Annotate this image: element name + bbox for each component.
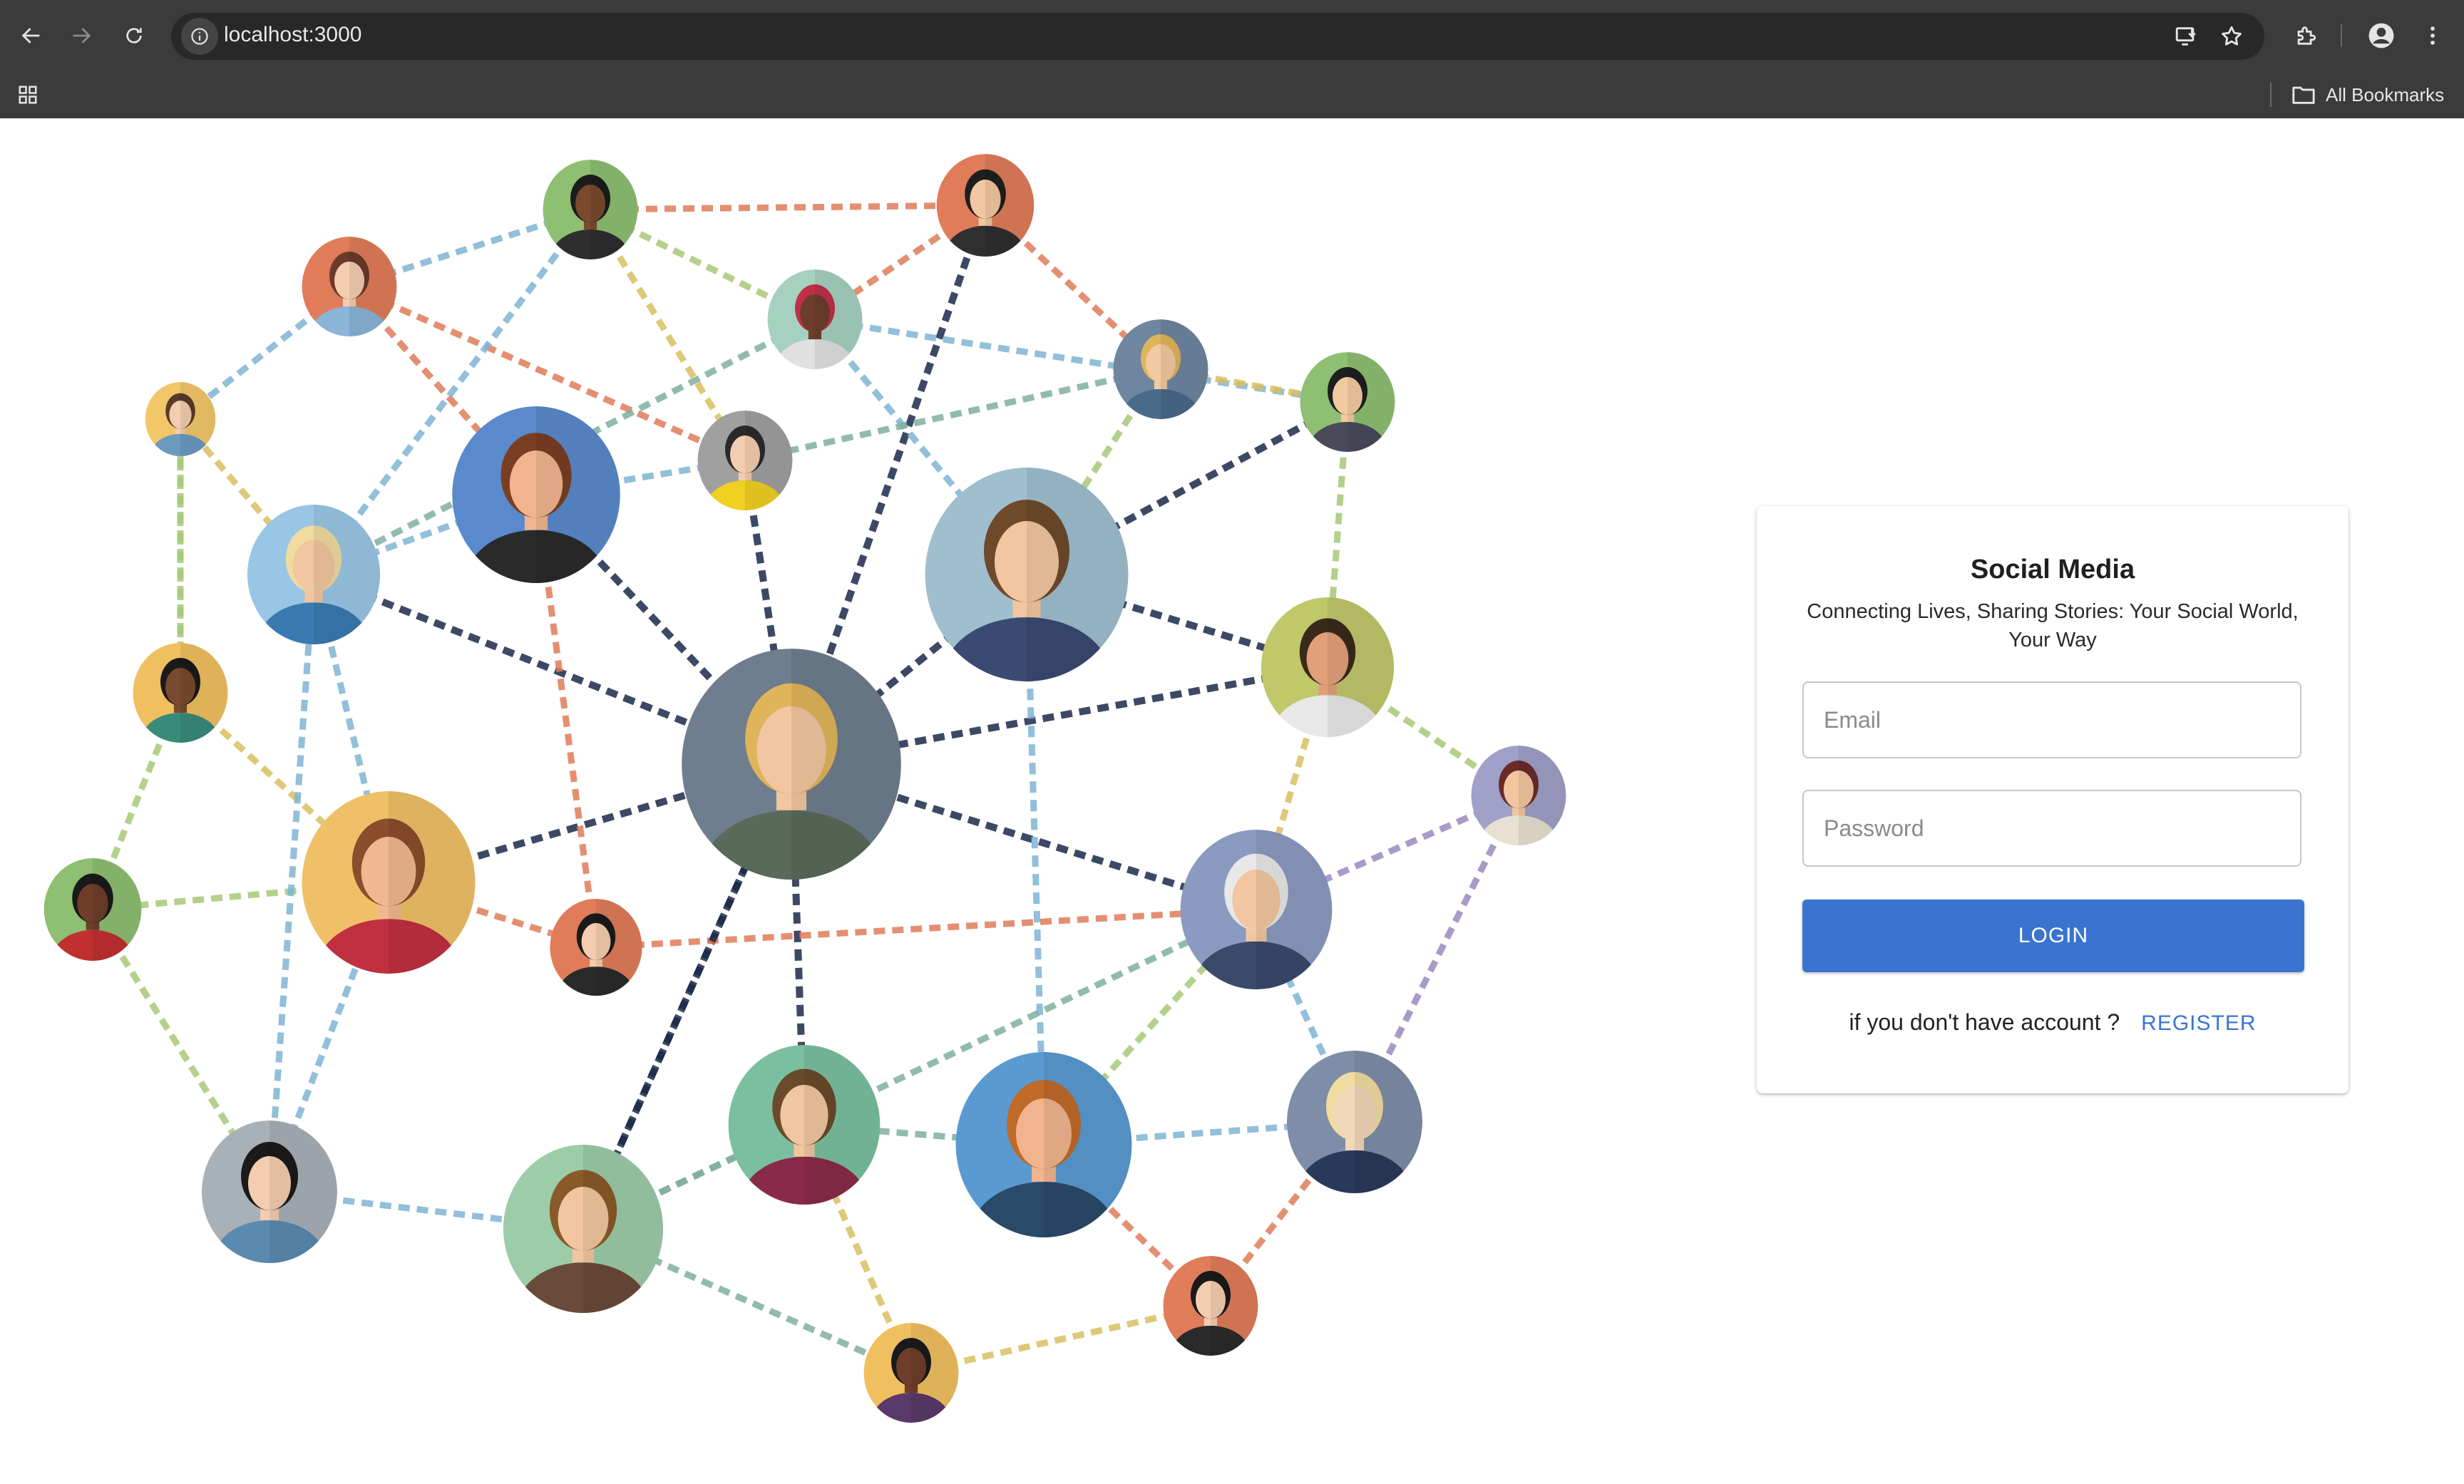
avatar: [1300, 352, 1395, 452]
all-bookmarks-label: All Bookmarks: [2326, 83, 2445, 105]
register-link[interactable]: REGISTER: [2141, 1011, 2256, 1035]
app-tagline: Connecting Lives, Sharing Stories: Your …: [1807, 600, 2299, 651]
avatar: [1471, 746, 1566, 845]
login-button[interactable]: LOGIN: [1802, 900, 2304, 972]
avatar: [43, 858, 142, 961]
email-field[interactable]: [1802, 681, 2301, 758]
avatar: [1180, 830, 1333, 989]
apps-button[interactable]: [11, 78, 44, 111]
avatar: [202, 1120, 337, 1263]
avatar: [503, 1145, 664, 1313]
all-bookmarks-button[interactable]: All Bookmarks: [2291, 78, 2444, 111]
login-card: Social Media Connecting Lives, Sharing S…: [1757, 506, 2348, 1093]
reload-button[interactable]: [113, 14, 155, 57]
connection-line: [744, 366, 1161, 464]
install-icon: [2175, 27, 2196, 46]
profile-button[interactable]: [2360, 14, 2403, 57]
page-content: Social Media Connecting Lives, Sharing S…: [0, 118, 2464, 1484]
register-row: if you don't have account ? REGISTER: [1757, 1009, 2348, 1036]
star-icon: [2222, 26, 2242, 46]
puzzle-icon: [2297, 26, 2316, 45]
avatar: [247, 505, 381, 644]
avatar: [1287, 1051, 1422, 1193]
register-prompt: if you don't have account ?: [1849, 1009, 2120, 1035]
avatar: [728, 1045, 881, 1205]
avatar: [452, 406, 620, 583]
extensions-button[interactable]: [2284, 14, 2327, 57]
back-button[interactable]: [10, 14, 53, 57]
reload-icon: [126, 28, 142, 43]
app-title: Social Media: [1970, 555, 2135, 584]
avatar: [302, 237, 397, 336]
avatar: [1113, 319, 1208, 419]
avatar: [767, 269, 863, 369]
folder-icon: [2292, 86, 2315, 104]
browser-toolbar: localhost:3000: [0, 0, 2464, 71]
avatar: [1163, 1256, 1258, 1356]
browser-chrome: localhost:3000 All Bookmarks: [0, 0, 2464, 118]
profile-icon: [2368, 23, 2394, 48]
avatar: [863, 1323, 959, 1423]
social-network-illustration: [43, 154, 1566, 1423]
connection-line: [590, 202, 986, 213]
bookmark-star-button[interactable]: [2214, 19, 2249, 53]
avatar: [133, 643, 228, 743]
url-text[interactable]: localhost:3000: [224, 23, 361, 47]
bookmarks-separator: [2270, 83, 2272, 107]
avatar: [550, 899, 642, 996]
password-field[interactable]: [1802, 790, 2301, 867]
info-icon: [191, 28, 208, 45]
avatar: [955, 1052, 1132, 1237]
avatar: [302, 791, 476, 974]
connection-line: [595, 906, 1257, 951]
site-info-button[interactable]: [181, 18, 218, 55]
forward-button[interactable]: [60, 14, 103, 57]
arrow-left-icon: [21, 28, 40, 43]
install-app-button[interactable]: [2169, 19, 2203, 53]
address-bar[interactable]: localhost:3000: [171, 13, 2264, 60]
kebab-menu-icon: [2430, 26, 2435, 45]
avatar: [697, 411, 793, 510]
arrow-right-icon: [73, 28, 91, 43]
avatar: [936, 154, 1035, 257]
menu-button[interactable]: [2411, 14, 2454, 57]
grid-icon: [19, 86, 37, 104]
avatar: [1261, 597, 1395, 737]
connection-line: [582, 906, 1258, 1232]
toolbar-separator: [2341, 24, 2342, 47]
bookmarks-bar: All Bookmarks: [0, 71, 2464, 118]
